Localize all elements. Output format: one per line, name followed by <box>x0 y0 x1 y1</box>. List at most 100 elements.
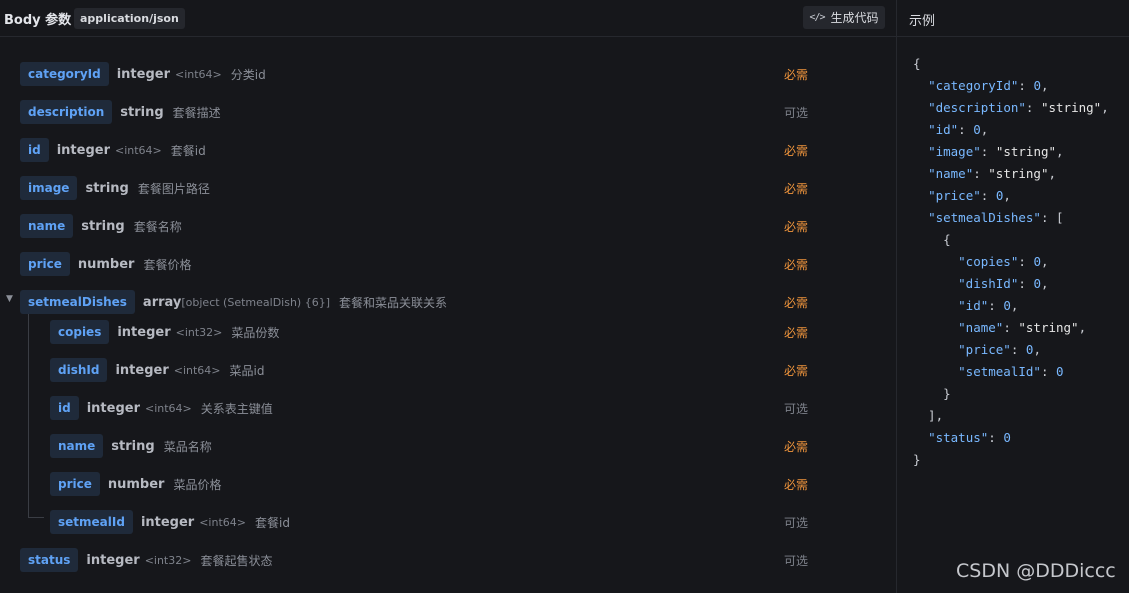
param-name[interactable]: categoryId <box>20 62 109 86</box>
json-key: "name" <box>928 166 974 181</box>
param-required: 可选 <box>784 402 809 416</box>
param-type: string <box>81 218 125 234</box>
param-format: <int64> <box>114 143 162 157</box>
param-format: <int64> <box>144 401 192 415</box>
json-punctuation: : <box>1040 364 1057 379</box>
param-required: 必需 <box>784 440 809 454</box>
json-punctuation <box>913 254 958 269</box>
param-name[interactable]: id <box>50 396 79 420</box>
param-name[interactable]: price <box>20 252 70 276</box>
param-required: 必需 <box>784 68 809 82</box>
json-punctuation: { <box>913 56 921 71</box>
code-line: "setmealId": 0 <box>913 361 1109 383</box>
code-line: ], <box>913 405 1109 427</box>
param-required: 必需 <box>784 296 809 310</box>
json-punctuation: , <box>1078 320 1087 335</box>
json-key: "image" <box>928 144 981 159</box>
json-punctuation: , <box>1040 276 1049 291</box>
json-punctuation: : <box>973 166 989 181</box>
param-required: 必需 <box>784 326 809 340</box>
param-name[interactable]: name <box>20 214 74 238</box>
param-name[interactable]: price <box>50 472 100 496</box>
json-punctuation: { <box>913 232 951 247</box>
json-punctuation: : <box>1010 342 1026 357</box>
param-required: 可选 <box>784 106 809 120</box>
example-title: 示例 <box>909 14 936 29</box>
param-required: 可选 <box>784 516 809 530</box>
code-line: "description": "string", <box>913 97 1109 119</box>
code-line: "price": 0, <box>913 185 1109 207</box>
param-row-name: name string 套餐名称 必需 <box>0 214 897 238</box>
code-line: "dishId": 0, <box>913 273 1109 295</box>
json-punctuation: : <box>1018 254 1034 269</box>
param-description: 菜品名称 <box>163 439 212 454</box>
json-punctuation: : <box>1003 320 1019 335</box>
json-number: 0 <box>1003 430 1011 445</box>
param-name[interactable]: id <box>20 138 49 162</box>
json-punctuation <box>913 100 928 115</box>
param-format: <int32> <box>144 553 192 567</box>
param-type: string <box>120 104 164 120</box>
generate-code-button[interactable]: </> 生成代码 <box>803 6 885 29</box>
param-row-image: image string 套餐图片路径 必需 <box>0 176 897 200</box>
param-description: 套餐描述 <box>172 105 221 120</box>
code-line: { <box>913 229 1109 251</box>
json-punctuation <box>913 210 928 225</box>
param-name[interactable]: description <box>20 100 113 124</box>
json-punctuation <box>913 188 928 203</box>
param-row-child-name: name string 菜品名称 必需 <box>0 434 897 458</box>
param-name[interactable]: image <box>20 176 78 200</box>
param-row-child-price: price number 菜品价格 必需 <box>0 472 897 496</box>
param-type: string <box>111 438 155 454</box>
json-punctuation: , <box>980 122 989 137</box>
param-name[interactable]: dishId <box>50 358 108 382</box>
json-punctuation <box>913 364 958 379</box>
code-line: "name": "string", <box>913 163 1109 185</box>
json-punctuation: , <box>1056 144 1064 159</box>
json-punctuation: : <box>958 122 974 137</box>
json-number: 0 <box>1033 254 1041 269</box>
content-type-badge: application/json <box>74 8 185 29</box>
param-required: 必需 <box>784 144 809 158</box>
param-description: 分类id <box>230 67 266 82</box>
param-description: 套餐id <box>255 515 290 530</box>
param-row-id: id integer <int64> 套餐id 必需 <box>0 138 897 162</box>
json-key: "price" <box>928 188 981 203</box>
param-type: number <box>77 256 135 272</box>
param-description: 菜品id <box>229 363 265 378</box>
example-panel: 示例 { "categoryId": 0, "description": "st… <box>897 0 1129 593</box>
code-line: { <box>913 53 1109 75</box>
code-line: "id": 0, <box>913 119 1109 141</box>
param-row-setmealDishes: ▼ setmealDishes array [object (SetmealDi… <box>0 290 897 314</box>
collapse-toggle-icon[interactable]: ▼ <box>6 294 13 304</box>
json-number: 0 <box>973 122 981 137</box>
json-string: "string" <box>995 144 1057 159</box>
code-line: "image": "string", <box>913 141 1109 163</box>
json-punctuation <box>913 320 958 335</box>
param-row-setmealId: setmealId integer <int64> 套餐id 可选 <box>0 510 897 534</box>
param-name[interactable]: status <box>20 548 79 572</box>
json-punctuation: , <box>1048 166 1057 181</box>
param-required: 必需 <box>784 258 809 272</box>
param-row-child-id: id integer <int64> 关系表主键值 可选 <box>0 396 897 420</box>
json-number: 0 <box>1003 298 1011 313</box>
json-key: "status" <box>928 430 989 445</box>
json-number: 0 <box>1056 364 1064 379</box>
json-key: "id" <box>958 298 989 313</box>
json-punctuation: : <box>1025 100 1041 115</box>
param-name[interactable]: copies <box>50 320 110 344</box>
json-punctuation: : <box>980 144 996 159</box>
generate-code-label: 生成代码 <box>830 11 879 25</box>
param-type: integer <box>115 362 169 378</box>
param-type: integer <box>116 66 170 82</box>
json-punctuation: : <box>1018 276 1034 291</box>
param-row-status: status integer <int32> 套餐起售状态 可选 <box>0 548 897 572</box>
param-name[interactable]: name <box>50 434 104 458</box>
param-format: <int32> <box>175 325 223 339</box>
json-punctuation: } <box>913 386 951 401</box>
param-name[interactable]: setmealDishes <box>20 290 135 314</box>
param-format: [object (SetmealDish) {6}] <box>181 295 330 309</box>
param-description: 套餐id <box>170 143 206 158</box>
param-name[interactable]: setmealId <box>50 510 133 534</box>
json-punctuation: ], <box>913 408 944 423</box>
